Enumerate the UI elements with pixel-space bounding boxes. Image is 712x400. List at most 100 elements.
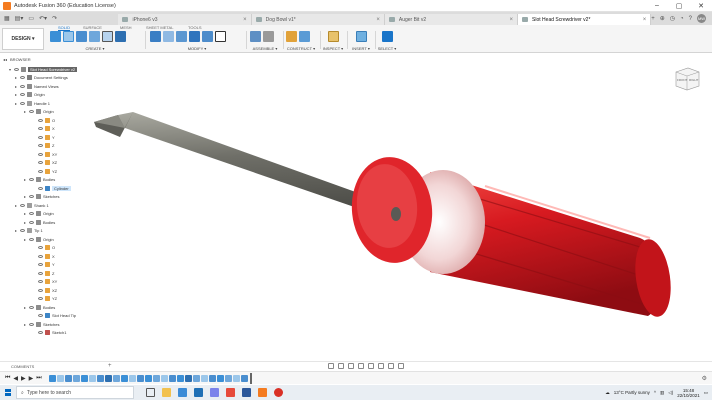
network-icon[interactable]: ▥ xyxy=(660,390,664,396)
browser-header[interactable]: ◂◂ BROWSER xyxy=(3,55,103,63)
grid-settings-icon[interactable] xyxy=(388,362,394,369)
timeline-play-icon[interactable]: ▶ xyxy=(21,375,26,382)
outlook-icon[interactable] xyxy=(194,388,203,397)
chrome-icon[interactable] xyxy=(274,388,283,397)
joint-icon[interactable] xyxy=(263,31,274,42)
expand-arrow-icon[interactable]: ▸ xyxy=(23,177,27,182)
redo-icon[interactable]: ↷ xyxy=(52,15,57,22)
task-view-icon[interactable] xyxy=(146,388,155,397)
extensions-icon[interactable]: ⊕ xyxy=(660,15,665,22)
insert-image-icon[interactable] xyxy=(355,31,367,42)
visibility-eye-icon[interactable] xyxy=(38,246,43,249)
visibility-eye-icon[interactable] xyxy=(20,203,25,207)
timeline-feature-icon[interactable] xyxy=(144,374,152,382)
collapse-icon[interactable]: ◂◂ xyxy=(3,57,7,62)
tree-row[interactable]: ▸ Document Settings xyxy=(14,74,68,82)
tree-row[interactable]: Z xyxy=(32,269,54,277)
construct-menu[interactable]: CONSTRUCT ▾ xyxy=(286,46,316,51)
tree-row[interactable]: Y xyxy=(32,261,55,269)
offset-plane-icon[interactable] xyxy=(286,31,297,42)
shell-icon[interactable] xyxy=(189,31,200,42)
tree-row[interactable]: ▸ Named Views xyxy=(14,82,59,90)
data-panel-icon[interactable]: ▦ xyxy=(4,15,10,22)
visibility-eye-icon[interactable] xyxy=(38,297,43,300)
timeline-feature-icon[interactable] xyxy=(88,374,96,382)
tree-row[interactable]: Z xyxy=(32,142,54,150)
edge-icon[interactable] xyxy=(178,388,187,397)
timeline-feature-icon[interactable] xyxy=(200,374,208,382)
timeline-feature-icon[interactable] xyxy=(152,374,160,382)
expand-arrow-icon[interactable]: ▸ xyxy=(23,220,27,225)
visibility-eye-icon[interactable] xyxy=(20,101,25,105)
visibility-eye-icon[interactable] xyxy=(38,135,43,139)
viewcube-right[interactable]: RIGHT xyxy=(689,78,699,82)
visibility-eye-icon[interactable] xyxy=(29,322,34,326)
visibility-eye-icon[interactable] xyxy=(38,254,43,258)
visibility-eye-icon[interactable] xyxy=(38,263,43,266)
undo-icon[interactable]: ↶▾ xyxy=(39,15,47,22)
notification-center-icon[interactable]: ▭ xyxy=(704,390,708,396)
extrude-icon[interactable] xyxy=(76,31,87,42)
timeline-feature-icon[interactable] xyxy=(184,374,192,382)
expand-arrow-icon[interactable]: ▸ xyxy=(23,109,27,114)
timeline-feature-icon[interactable] xyxy=(80,374,88,382)
visibility-eye-icon[interactable] xyxy=(29,195,34,198)
timeline-feature-icon[interactable] xyxy=(216,374,224,382)
visibility-eye-icon[interactable] xyxy=(38,118,43,122)
expand-arrow-icon[interactable]: ▸ xyxy=(14,101,18,106)
close-tab-icon[interactable]: × xyxy=(376,17,380,23)
timeline-feature-icon[interactable] xyxy=(96,374,104,382)
timeline-feature-icon[interactable] xyxy=(232,374,240,382)
timeline-feature-icon[interactable] xyxy=(208,374,216,382)
timeline-feature-icon[interactable] xyxy=(160,374,168,382)
tree-row[interactable]: ▸ Handle 1 xyxy=(14,99,50,107)
maximize-button[interactable]: ▢ xyxy=(668,0,690,12)
new-tab-icon[interactable]: + xyxy=(651,16,655,22)
tree-row[interactable]: Sketch1 xyxy=(32,329,66,337)
visibility-eye-icon[interactable] xyxy=(38,288,43,292)
visibility-eye-icon[interactable] xyxy=(38,314,43,317)
close-tab-icon[interactable]: × xyxy=(643,17,647,23)
timeline-feature-icon[interactable] xyxy=(72,374,80,382)
visibility-eye-icon[interactable] xyxy=(38,161,43,164)
visibility-eye-icon[interactable] xyxy=(20,229,25,232)
expand-arrow-icon[interactable]: ▸ xyxy=(23,237,27,242)
tray-overflow-icon[interactable]: ^ xyxy=(654,390,656,395)
timeline-feature-icon[interactable] xyxy=(120,374,128,382)
taskbar-search[interactable]: ⌕ Type here to search xyxy=(16,386,134,399)
visibility-eye-icon[interactable] xyxy=(38,144,43,147)
chamfer-icon[interactable] xyxy=(176,31,187,42)
timeline-start-icon[interactable]: ⏮ xyxy=(5,375,10,382)
visibility-eye-icon[interactable] xyxy=(38,169,43,173)
volume-icon[interactable]: ◁) xyxy=(668,390,673,396)
tree-row[interactable]: Slot Head Tip xyxy=(32,312,76,320)
expand-arrow-icon[interactable]: ▸ xyxy=(14,92,18,97)
job-status-icon[interactable]: ◷ xyxy=(670,15,675,22)
save-icon[interactable]: ▭ xyxy=(28,15,34,22)
visibility-eye-icon[interactable] xyxy=(38,127,43,130)
create-sketch-icon[interactable] xyxy=(63,31,74,42)
tree-row[interactable]: XY xyxy=(32,150,57,158)
new-component-icon[interactable] xyxy=(50,31,61,42)
visibility-eye-icon[interactable] xyxy=(20,76,25,79)
close-tab-icon[interactable]: × xyxy=(510,17,514,23)
tree-row[interactable]: YZ xyxy=(32,295,57,303)
timeline-feature-icon[interactable] xyxy=(224,374,232,382)
expand-arrow-icon[interactable]: ▸ xyxy=(14,203,18,208)
hole-icon[interactable] xyxy=(102,31,113,42)
viewcube-front[interactable]: FRONT xyxy=(677,78,687,82)
tree-row[interactable]: YZ xyxy=(32,167,57,175)
timeline-end-icon[interactable]: ⏭ xyxy=(36,375,41,382)
tree-row[interactable]: ▸ Sketches xyxy=(23,193,59,201)
tree-row[interactable]: Cylinder xyxy=(32,184,71,192)
tree-row[interactable]: ▸ Tip 1 xyxy=(14,227,43,235)
timeline-feature-icon[interactable] xyxy=(240,374,248,382)
revolve-icon[interactable] xyxy=(89,31,100,42)
canvas-viewport[interactable] xyxy=(0,54,712,360)
measure-icon[interactable] xyxy=(327,31,339,42)
timeline-settings-icon[interactable]: ⚙ xyxy=(702,375,707,382)
viewports-icon[interactable] xyxy=(398,362,404,369)
expand-arrow-icon[interactable]: ▸ xyxy=(23,322,27,327)
timeline-feature-icon[interactable] xyxy=(168,374,176,382)
look-at-icon[interactable] xyxy=(338,362,344,369)
